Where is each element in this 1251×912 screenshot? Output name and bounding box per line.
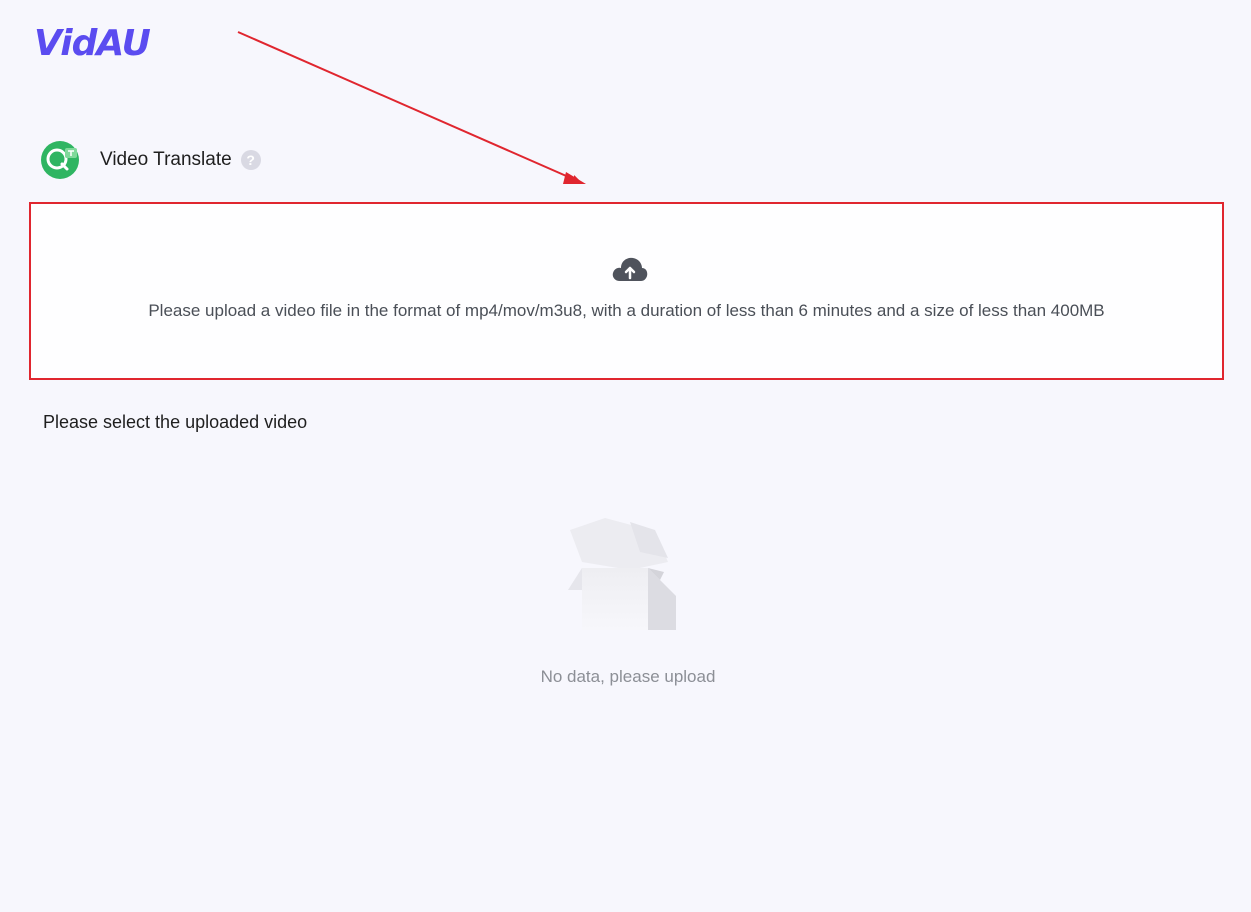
video-upload-dropzone[interactable]: Please upload a video file in the format… bbox=[29, 202, 1224, 380]
empty-box-illustration bbox=[568, 518, 676, 630]
feature-title: Video Translate bbox=[100, 149, 232, 170]
feature-header: Video Translate ? bbox=[40, 140, 261, 180]
upload-hint: Please upload a video file in the format… bbox=[148, 301, 1105, 320]
question-mark-icon[interactable]: ? bbox=[240, 150, 261, 170]
empty-state-text: No data, please upload bbox=[540, 667, 716, 686]
video-translate-icon bbox=[41, 141, 79, 179]
uploaded-videos-title: Please select the uploaded video bbox=[43, 412, 308, 432]
cloud-upload-icon bbox=[612, 257, 648, 281]
vidau-logo[interactable]: VidAU bbox=[34, 22, 151, 66]
annotation-arrow bbox=[237, 31, 586, 184]
